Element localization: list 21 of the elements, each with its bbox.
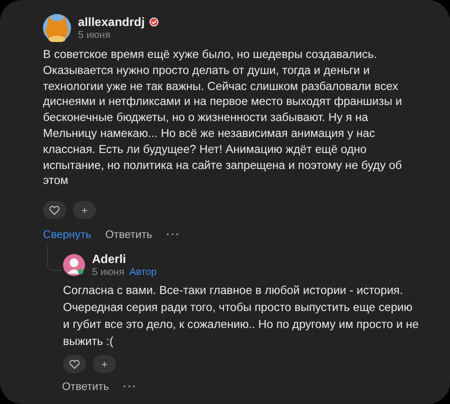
reply-link[interactable]: Ответить	[105, 228, 152, 241]
author-tag: Автор	[129, 267, 157, 278]
like-button[interactable]	[43, 201, 66, 220]
like-button[interactable]	[63, 355, 86, 374]
reply-text: Согласна с вами. Все-таки главное в любой истории - история. Очередная серия ради того, чтобы просто выпустить еще серию и губит все это дело, к сожалению.. Но по другому им просто и не выжить :(	[63, 283, 420, 350]
comment-date: 5 июня	[92, 267, 124, 278]
avatar-icon	[63, 254, 85, 276]
add-reaction-button[interactable]	[93, 355, 116, 374]
author-name[interactable]: alllexandrdj	[78, 15, 145, 29]
reply-link[interactable]: Ответить	[62, 380, 110, 393]
more-button[interactable]: ···	[166, 228, 180, 241]
heart-icon	[48, 204, 61, 217]
comment-date: 5 июня	[78, 30, 110, 41]
collapse-link[interactable]: Свернуть	[43, 228, 92, 241]
comment-text: В советское время ещё хуже было, но шедевры создавались. Оказывается нужно просто делать от души, тогда и деньги и технологии уже не так важны. Сейчас слишком разбаловали всех диснеями и нетфликсами и на первое место выходят франшизы и бесконечные бюджеты, но о жизненности забывают. Ну я на Мельницу намекаю... Но всё же независимая анимация у нас классная. Есть ли будущее? Нет! Анимацию ждёт ещё одно испытание, но политика на сайте запрещена и поэтому не буду об этом	[43, 47, 403, 190]
add-reaction-button[interactable]	[73, 201, 96, 220]
more-button[interactable]: ···	[123, 380, 138, 393]
heart-icon	[68, 358, 81, 371]
avatar-icon	[43, 14, 71, 42]
thread-line	[47, 246, 62, 272]
author-name[interactable]: Aderli	[92, 252, 126, 266]
